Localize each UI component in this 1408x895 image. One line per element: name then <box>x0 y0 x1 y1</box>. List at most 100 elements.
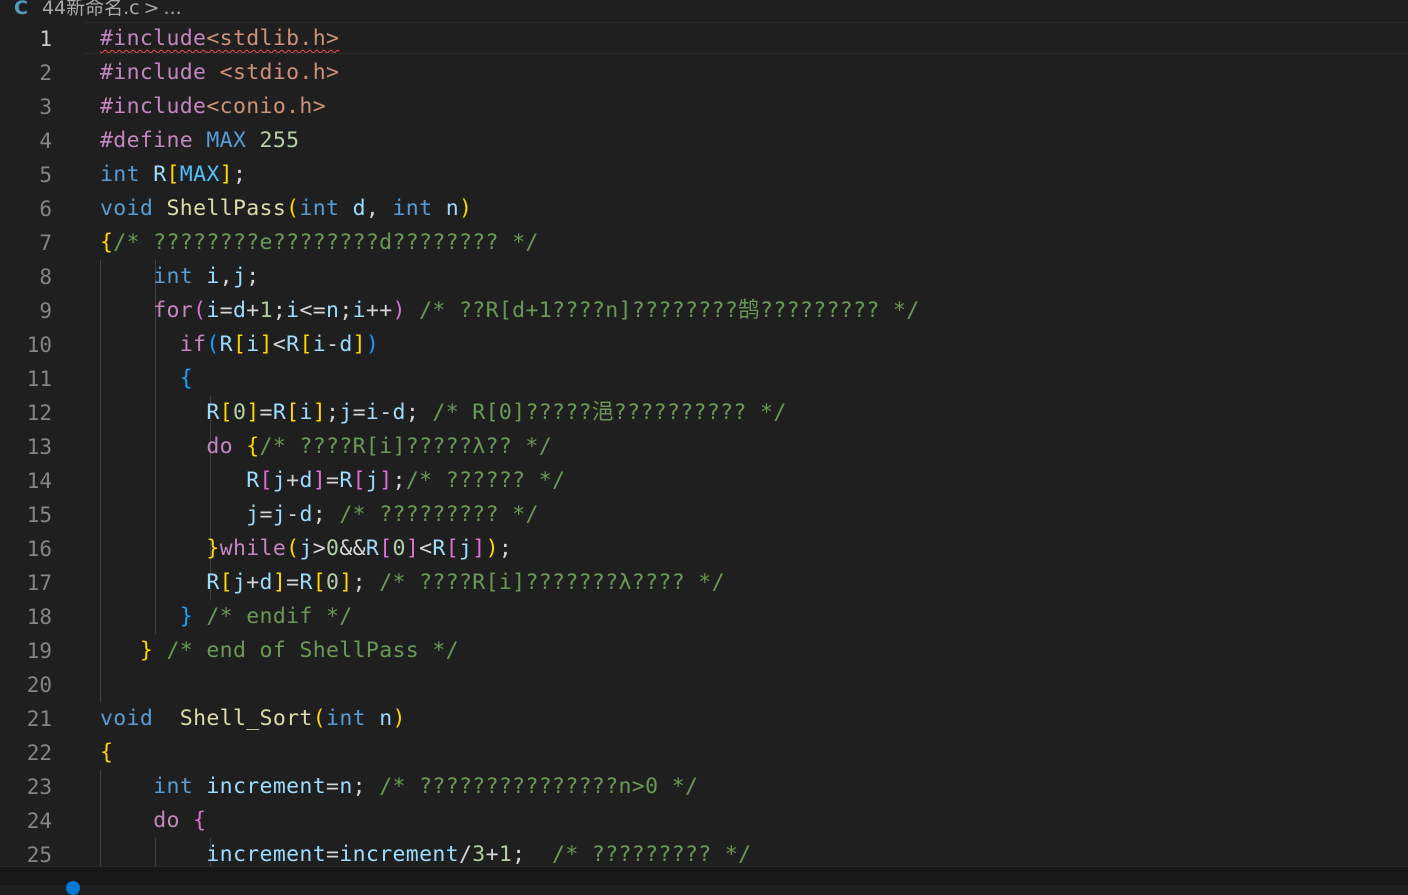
code-token-variable: d <box>259 570 273 595</box>
code-text: R[j+d]=R[0]; /* ????R[i]???????λ???? */ <box>100 566 725 600</box>
code-text: #include<stdlib.h> <box>100 22 339 56</box>
code-token-bracket1: ) <box>485 536 499 561</box>
code-token-variable: R <box>246 468 260 493</box>
code-token-number: 1 <box>498 842 513 866</box>
code-token-number: 0 <box>326 536 340 561</box>
code-token-variable: R <box>153 162 167 187</box>
code-line[interactable]: 17 R[j+d]=R[0]; /* ????R[i]???????λ???? … <box>0 566 1408 600</box>
code-line[interactable]: 9 for(i=d+1;i<=n;i++) /* ??R[d+1????n]??… <box>0 294 1408 328</box>
code-token-control: if <box>179 332 207 357</box>
code-token-text: = <box>286 570 300 595</box>
code-text: increment=increment/3+1; /* ????????? */ <box>100 838 751 866</box>
code-token-bracket3: { <box>179 366 194 391</box>
code-token-bracket2: [ <box>379 536 393 561</box>
code-token-variable: i <box>246 332 260 357</box>
code-token-bracket1: { <box>100 740 114 765</box>
code-token-bracket1: [ <box>286 400 300 425</box>
breadcrumb-more[interactable]: ... <box>164 0 182 19</box>
code-line[interactable]: 14 R[j+d]=R[j];/* ?????? */ <box>0 464 1408 498</box>
line-number: 12 <box>26 401 52 425</box>
code-text: }while(j>0&&R[0]<R[j]); <box>100 532 512 566</box>
code-line[interactable]: 16 }while(j>0&&R[0]<R[j]); <box>0 532 1408 566</box>
breadcrumb: C 44新命名.c >... <box>0 0 1408 22</box>
line-number: 23 <box>26 775 52 799</box>
c-file-icon: C <box>14 0 28 19</box>
code-text: #include<conio.h> <box>100 90 326 124</box>
line-number: 20 <box>26 673 52 697</box>
code-line[interactable]: 24 do { <box>0 804 1408 838</box>
code-token-text: + <box>246 570 260 595</box>
code-line[interactable]: 6 void ShellPass(int d, int n) <box>0 192 1408 226</box>
code-line[interactable]: 10 if(R[i]<R[i-d]) <box>0 328 1408 362</box>
account-icon[interactable] <box>66 881 80 895</box>
code-line[interactable]: 8 int i,j; <box>0 260 1408 294</box>
code-text: R[0]=R[i];j=i-d; /* R[0]?????浥??????????… <box>100 396 787 430</box>
code-line[interactable]: 23 int increment=n; /* ???????????????n>… <box>0 770 1408 804</box>
code-text: j=j-d; /* ????????? */ <box>100 498 539 532</box>
code-token-bracket1: ] <box>259 332 273 357</box>
code-token-variable: j <box>459 536 473 561</box>
code-line[interactable]: 11 { <box>0 362 1408 396</box>
code-token-text: ; <box>498 536 513 561</box>
code-token-text: ; <box>246 264 260 289</box>
code-line[interactable]: 2 #include <stdio.h> <box>0 56 1408 90</box>
code-line[interactable]: 18 } /* endif */ <box>0 600 1408 634</box>
code-line[interactable]: 20 <box>0 668 1408 702</box>
code-token-control: do <box>153 808 180 833</box>
code-token-text: = <box>259 400 273 425</box>
line-number: 6 <box>39 197 52 221</box>
code-token-number: 3 <box>472 842 486 866</box>
code-token-variable: R <box>219 332 233 357</box>
code-line[interactable]: 12 R[0]=R[i];j=i-d; /* R[0]?????浥???????… <box>0 396 1408 430</box>
code-token-text: - <box>326 332 340 357</box>
code-token-variable: i <box>299 400 313 425</box>
code-line[interactable]: 7 {/* ????????e????????d???????? */ <box>0 226 1408 260</box>
code-line[interactable]: 5 int R[MAX]; <box>0 158 1408 192</box>
code-token-text: / <box>458 842 473 866</box>
code-line[interactable]: 22 { <box>0 736 1408 770</box>
code-token-number: 255 <box>259 128 300 153</box>
code-token-keyword: void <box>100 706 154 731</box>
code-text: int increment=n; /* ???????????????n>0 *… <box>100 770 698 804</box>
code-token-text: ; <box>352 570 380 595</box>
code-line[interactable]: 25 increment=increment/3+1; /* ?????????… <box>0 838 1408 866</box>
code-token-variable: R <box>339 468 353 493</box>
code-token-number: 0 <box>392 536 406 561</box>
code-token-bracket1: ] <box>246 400 260 425</box>
code-token-variable: n <box>339 774 353 799</box>
code-line[interactable]: 21 void Shell_Sort(int n) <box>0 702 1408 736</box>
code-token-keyword: MAX <box>206 128 247 153</box>
code-token-variable: d <box>299 502 313 527</box>
code-line[interactable]: 1 #include<stdlib.h> <box>0 22 1408 56</box>
code-line[interactable]: 3 #include<conio.h> <box>0 90 1408 124</box>
code-token-variable: R <box>432 536 446 561</box>
code-token-variable: j <box>272 502 287 527</box>
code-token-bracket2: [ <box>445 536 459 561</box>
code-line[interactable]: 13 do {/* ????R[i]?????λ?? */ <box>0 430 1408 464</box>
code-token-text: + <box>246 298 260 323</box>
code-token-text: ; <box>339 298 353 323</box>
code-token-bracket1: [ <box>232 332 247 357</box>
breadcrumb-filename[interactable]: 44新命名.c <box>42 0 140 19</box>
code-token-bracket2: ( <box>193 298 207 323</box>
code-token-bracket1: ) <box>459 196 473 221</box>
code-line[interactable]: 15 j=j-d; /* ????????? */ <box>0 498 1408 532</box>
code-line[interactable]: 4 #define MAX 255 <box>0 124 1408 158</box>
code-text: {/* ????????e????????d???????? */ <box>100 226 539 260</box>
code-token-bracket1: } <box>139 638 154 663</box>
code-token-comment: /* ????????? */ <box>339 502 539 527</box>
code-editor[interactable]: 1 #include<stdlib.h> 2 #include <stdio.h> 3 #… <box>0 22 1408 866</box>
code-line[interactable]: 19 } /* end of ShellPass */ <box>0 634 1408 668</box>
code-token-bracket1: { <box>246 434 260 459</box>
code-token-bracket2: ] <box>472 536 486 561</box>
code-token-bracket1: ] <box>272 570 287 595</box>
